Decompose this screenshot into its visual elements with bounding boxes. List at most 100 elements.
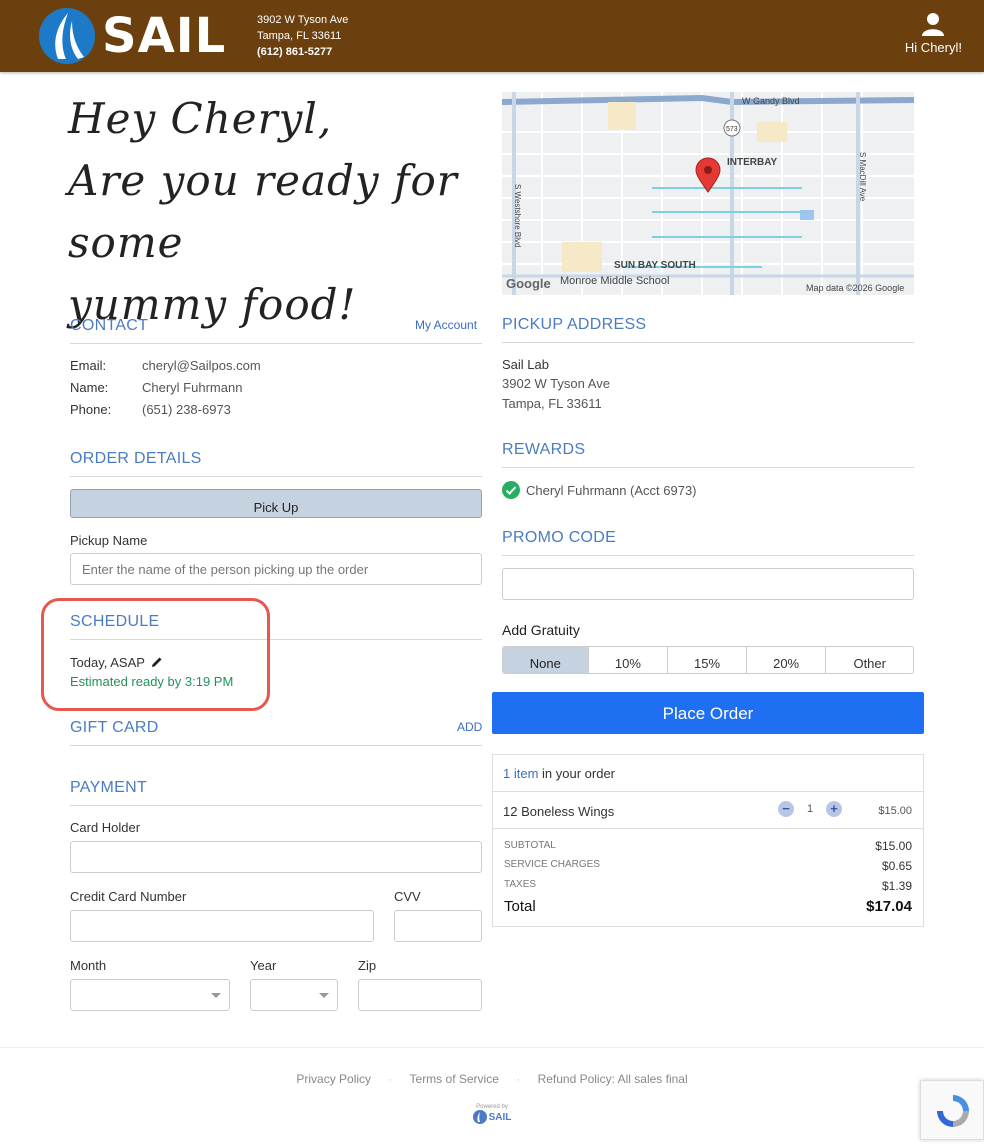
- cvv-input[interactable]: [394, 910, 482, 942]
- cart-count: 1 item in your order: [503, 766, 615, 781]
- cart-count-row: 1 item in your order: [493, 755, 923, 792]
- year-select[interactable]: [250, 979, 338, 1011]
- rewards-account-text: Cheryl Fuhrmann (Acct 6973): [526, 482, 697, 498]
- powered-by[interactable]: Powered by SAIL: [0, 1104, 984, 1129]
- pickup-location-name: Sail Lab: [502, 357, 549, 372]
- privacy-policy-link[interactable]: Privacy Policy: [296, 1072, 371, 1086]
- my-account-link[interactable]: My Account: [415, 318, 477, 332]
- map-label-interbay: INTERBAY: [727, 157, 778, 168]
- brand-name: SAIL: [102, 8, 227, 64]
- payment-heading: PAYMENT: [70, 779, 482, 806]
- pickup-name-input[interactable]: Enter the name of the person picking up …: [70, 553, 482, 585]
- page-footer: Privacy Policy · Terms of Service · Refu…: [0, 1047, 984, 1147]
- map-label-gandy: W Gandy Blvd: [742, 96, 800, 106]
- map-label-macdill: S MacDill Ave: [858, 152, 867, 202]
- cart-count-link[interactable]: 1 item: [503, 766, 538, 781]
- pickup-address-line1: 3902 W Tyson Ave: [502, 376, 610, 391]
- hero-greeting: Hey Cheryl, Are you ready for some yummy…: [68, 88, 488, 336]
- chevron-down-icon: [319, 993, 329, 998]
- increase-qty-button[interactable]: +: [826, 801, 842, 817]
- email-label: Email:: [70, 358, 107, 373]
- gift-card-heading: GIFT CARD: [70, 719, 482, 746]
- month-select[interactable]: [70, 979, 230, 1011]
- cart-item-row: 12 Boneless Wings − 1 + $15.00: [493, 792, 923, 829]
- zip-label: Zip: [358, 958, 377, 973]
- phone-label: Phone:: [70, 402, 112, 417]
- place-order-button[interactable]: Place Order: [492, 692, 924, 734]
- card-holder-label: Card Holder: [70, 820, 141, 835]
- hero-line2: Are you ready for some: [68, 156, 458, 267]
- store-phone[interactable]: (612) 861-5277: [257, 44, 348, 60]
- cart-item-name: 12 Boneless Wings: [503, 804, 615, 819]
- cart-item-price: $15.00: [878, 805, 912, 817]
- zip-input[interactable]: [358, 979, 482, 1011]
- map-attribution: Map data ©2026 Google: [806, 283, 904, 293]
- month-label: Month: [70, 958, 107, 973]
- email-value: cheryl@Sailpos.com: [142, 358, 261, 373]
- gratuity-options: None 10% 15% 20% Other: [502, 646, 914, 674]
- recaptcha-badge[interactable]: [920, 1080, 984, 1140]
- powered-by-brand: SAIL: [488, 1111, 512, 1123]
- cvv-label: CVV: [394, 889, 421, 904]
- chevron-down-icon: [211, 993, 221, 998]
- total-value: $17.04: [866, 898, 912, 915]
- gratuity-option-10[interactable]: 10%: [589, 647, 669, 673]
- card-holder-input[interactable]: [70, 841, 482, 873]
- service-charges-label: SERVICE CHARGES: [504, 859, 600, 870]
- gratuity-option-other[interactable]: Other: [826, 647, 913, 673]
- recaptcha-icon: [937, 1095, 969, 1127]
- decrease-qty-button[interactable]: −: [778, 801, 794, 817]
- user-greeting: Hi Cheryl!: [904, 40, 962, 55]
- gratuity-option-none[interactable]: None: [503, 647, 589, 673]
- refund-policy-link[interactable]: Refund Policy: All sales final: [538, 1072, 688, 1086]
- cart-item-qty: 1: [807, 803, 814, 815]
- name-value: Cheryl Fuhrmann: [142, 380, 243, 395]
- store-address-line1: 3902 W Tyson Ave: [257, 14, 349, 26]
- rewards-heading: REWARDS: [502, 441, 914, 468]
- map-label-westshore: S Westshore Blvd: [513, 184, 522, 247]
- phone-value: (651) 238-6973: [142, 402, 231, 417]
- card-number-label: Credit Card Number: [70, 889, 187, 904]
- map-label-sunbay: SUN BAY SOUTH: [614, 260, 696, 271]
- user-menu[interactable]: Hi Cheryl!: [905, 12, 962, 55]
- sail-logo[interactable]: SAIL: [38, 7, 226, 65]
- subtotal-value: $15.00: [875, 839, 912, 853]
- subtotal-label: SUBTOTAL: [504, 840, 556, 851]
- pickup-name-label: Pickup Name: [70, 533, 148, 548]
- schedule-highlight-annotation: [41, 598, 270, 711]
- gratuity-option-20[interactable]: 20%: [747, 647, 827, 673]
- user-icon: [922, 13, 945, 36]
- sail-logo-icon: [39, 8, 95, 64]
- order-summary: 1 item in your order 12 Boneless Wings −…: [492, 754, 924, 927]
- service-charges-value: $0.65: [881, 859, 912, 873]
- map-canvas: W Gandy Blvd 573 INTERBAY S MacDill Ave …: [502, 92, 914, 295]
- rewards-account: Cheryl Fuhrmann (Acct 6973): [502, 481, 697, 499]
- pickup-address-heading: PICKUP ADDRESS: [502, 316, 914, 343]
- promo-heading: PROMO CODE: [502, 529, 914, 556]
- top-header: SAIL 3902 W Tyson Ave Tampa, FL 33611 (6…: [0, 0, 984, 72]
- pickup-address-line2: Tampa, FL 33611: [502, 396, 602, 411]
- sail-mini-logo-icon: [472, 1110, 487, 1124]
- hero-line1: Hey Cheryl,: [68, 94, 333, 143]
- pickup-mode-button[interactable]: Pick Up: [70, 489, 482, 518]
- gratuity-option-15[interactable]: 15%: [668, 647, 747, 673]
- store-address: 3902 W Tyson Ave Tampa, FL 33611 (612) 8…: [257, 12, 348, 60]
- store-map[interactable]: W Gandy Blvd 573 INTERBAY S MacDill Ave …: [502, 92, 914, 295]
- footer-links: Privacy Policy · Terms of Service · Refu…: [296, 1072, 688, 1086]
- gift-card-add-link[interactable]: ADD: [457, 720, 482, 734]
- taxes-label: TAXES: [504, 879, 537, 890]
- gratuity-label: Add Gratuity: [502, 622, 580, 638]
- total-label: Total: [504, 898, 536, 915]
- card-number-input[interactable]: [70, 910, 374, 942]
- map-google-logo: Google: [506, 276, 551, 291]
- check-circle-icon: [502, 481, 520, 499]
- terms-link[interactable]: Terms of Service: [410, 1072, 499, 1086]
- year-label: Year: [250, 958, 277, 973]
- cart-count-suffix: in your order: [538, 766, 615, 781]
- order-details-heading: ORDER DETAILS: [70, 450, 482, 477]
- taxes-value: $1.39: [881, 879, 912, 893]
- map-label-school: Monroe Middle School: [560, 275, 669, 287]
- promo-code-input[interactable]: [502, 568, 914, 600]
- name-label: Name:: [70, 380, 109, 395]
- powered-by-logo: SAIL: [472, 1110, 512, 1124]
